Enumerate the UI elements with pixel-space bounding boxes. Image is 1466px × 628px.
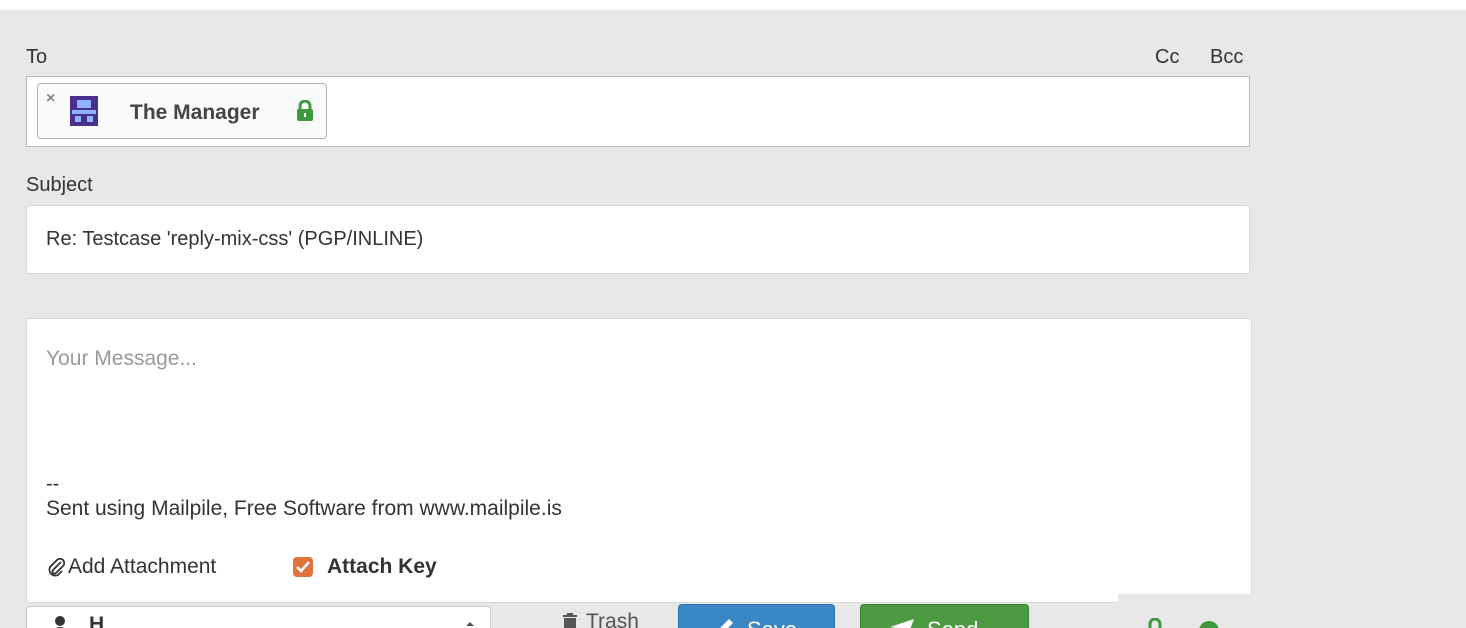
subject-input[interactable]: Re: Testcase 'reply-mix-css' (PGP/INLINE… bbox=[26, 205, 1250, 274]
to-field[interactable]: × The Manager bbox=[26, 76, 1250, 147]
attach-key-checkbox[interactable]: Attach Key bbox=[293, 555, 437, 579]
chevron-updown-icon bbox=[466, 622, 474, 626]
trash-icon bbox=[563, 613, 577, 628]
compose-panel: To Cc Bcc × The Manager Subject Re: Test… bbox=[0, 10, 1466, 628]
compose-toolbar: H Trash Save Send bbox=[0, 594, 1466, 628]
from-value: H bbox=[89, 613, 105, 628]
paper-plane-icon bbox=[890, 619, 914, 628]
to-label: To bbox=[26, 46, 48, 68]
cc-link[interactable]: Cc bbox=[1155, 46, 1179, 69]
message-body[interactable]: Your Message... -- Sent using Mailpile, … bbox=[26, 318, 1252, 603]
add-attachment-label: Add Attachment bbox=[68, 555, 217, 578]
save-button[interactable]: Save bbox=[678, 604, 835, 628]
save-label: Save bbox=[747, 617, 797, 628]
checkbox-checked-icon[interactable] bbox=[293, 557, 313, 577]
recipient-name: The Manager bbox=[130, 101, 260, 124]
pencil-icon bbox=[720, 619, 733, 628]
signature-separator: -- bbox=[46, 473, 60, 495]
message-placeholder: Your Message... bbox=[46, 347, 197, 370]
close-icon[interactable]: × bbox=[46, 90, 55, 108]
bcc-link[interactable]: Bcc bbox=[1210, 46, 1243, 69]
signature-text: Sent using Mailpile, Free Software from … bbox=[46, 497, 562, 520]
signed-check-icon bbox=[1199, 621, 1219, 628]
lock-icon bbox=[297, 100, 313, 121]
subject-label: Subject bbox=[26, 174, 93, 196]
paperclip-icon bbox=[48, 557, 66, 577]
avatar-icon bbox=[70, 96, 98, 126]
add-attachment-button[interactable]: Add Attachment bbox=[46, 555, 216, 579]
trash-label: Trash bbox=[586, 610, 639, 628]
from-select[interactable]: H bbox=[26, 606, 491, 628]
user-icon bbox=[55, 616, 65, 628]
trash-button[interactable]: Trash bbox=[562, 610, 639, 628]
recipient-chip[interactable]: × The Manager bbox=[37, 83, 327, 139]
attach-key-label: Attach Key bbox=[327, 555, 437, 578]
send-label: Send bbox=[927, 617, 978, 628]
send-button[interactable]: Send bbox=[860, 604, 1029, 628]
lock-icon bbox=[1148, 618, 1162, 628]
